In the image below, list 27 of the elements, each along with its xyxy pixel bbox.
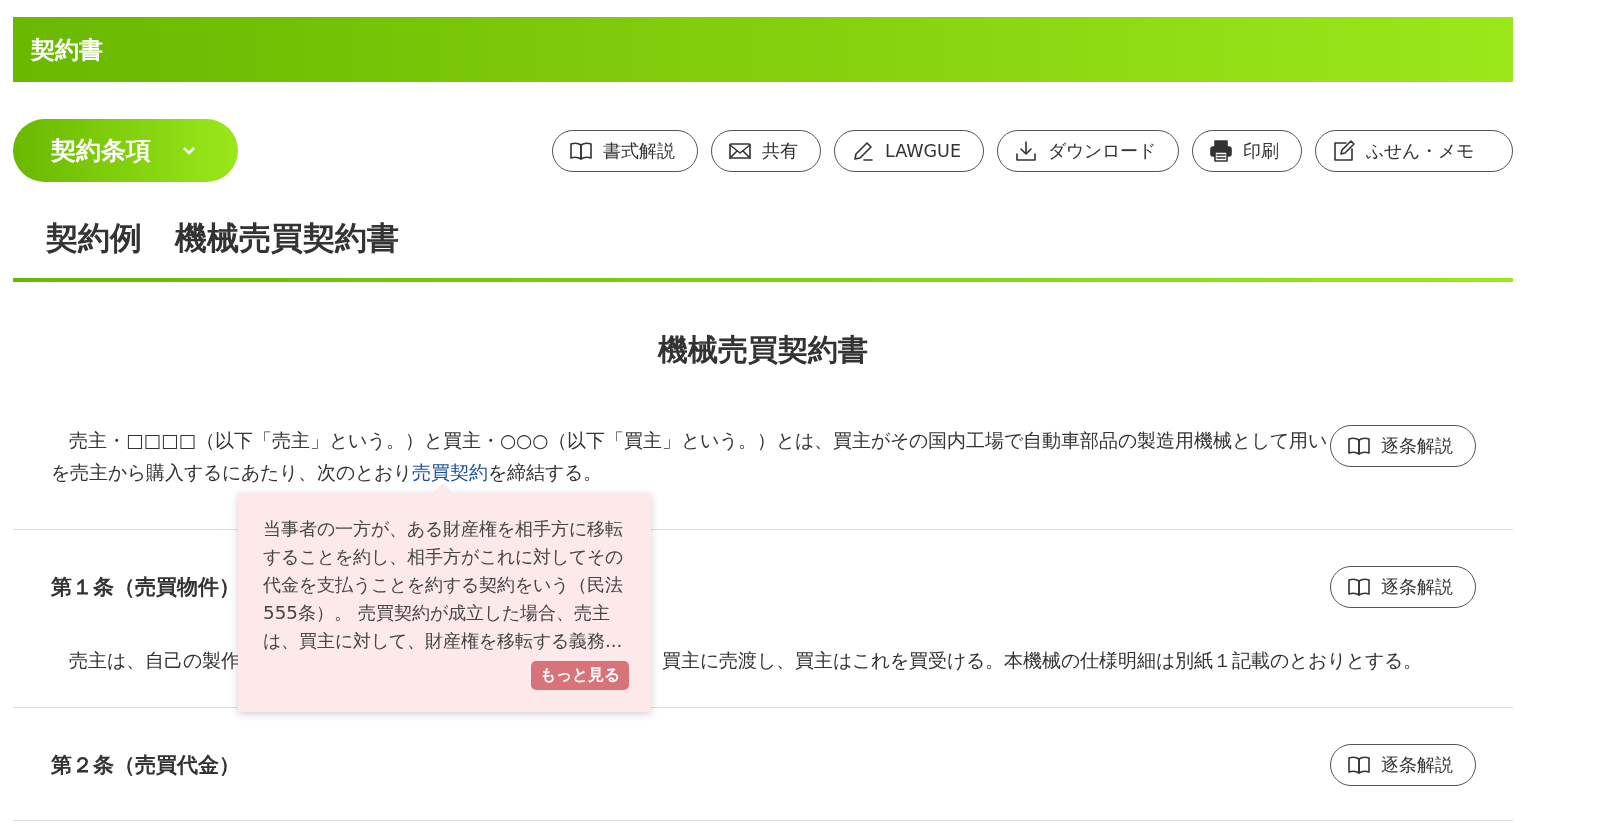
header-title: 契約書 <box>31 34 103 66</box>
toolbar-button[interactable]: 共有 <box>711 129 822 172</box>
commentary-button[interactable]: 逐条解説 <box>1330 744 1476 786</box>
document-title: 機械売買契約書 <box>656 331 869 369</box>
toolbar-button[interactable]: 印刷 <box>1192 129 1302 172</box>
book-icon <box>1347 575 1371 599</box>
page-title: 機械売買契約書 <box>175 219 399 258</box>
toolbar-button[interactable]: 書式解説 <box>552 129 699 172</box>
book-icon <box>1347 753 1371 777</box>
article-heading: 第１条（売買物件） <box>51 574 240 601</box>
toolbar-button[interactable]: ふせん・メモ <box>1315 129 1513 172</box>
term-link[interactable]: 売買契約 <box>412 462 488 483</box>
preamble-paragraph: 売主・□□□□（以下「売主」という。）と買主・○○○（以下「買主」という。）とは、買主がその国内工場で自動車部品の製造用機械として用い を売主から購入するにあたり、次のとおり 売買契約を締結する。 <box>51 429 1329 485</box>
chevron-icon <box>181 145 197 156</box>
commentary-button[interactable]: 逐条解説 <box>1330 566 1476 608</box>
article-text: 買主に売渡し、買主はこれを買受ける。本機械の仕様明細は別紙１記載のとおりとする。 <box>662 649 1422 673</box>
article-heading: 第２条（売買代金） <box>51 752 240 779</box>
note-edit-icon <box>1332 138 1356 163</box>
toolbar-button[interactable]: ダウンロード <box>997 129 1179 172</box>
tooltip-text: 当事者の一方が、ある財産権を相手方に移転することを約し、相手方がこれに対してその代金を支払うことを約する契約をいう（民法555条）。 売買契約が成立した場合、売主は、買主に対して、財産権を移転する義務... <box>263 517 624 653</box>
toolbar-button[interactable]: LAWGUE <box>834 129 984 172</box>
commentary-button[interactable]: 逐条解説 <box>1330 425 1476 467</box>
book-icon <box>1347 434 1371 458</box>
printer-icon <box>1209 138 1233 163</box>
download-icon <box>1014 138 1038 163</box>
article-text: 売主は、自己の製作 <box>69 649 240 673</box>
heading-label: 契約例 <box>46 219 142 258</box>
